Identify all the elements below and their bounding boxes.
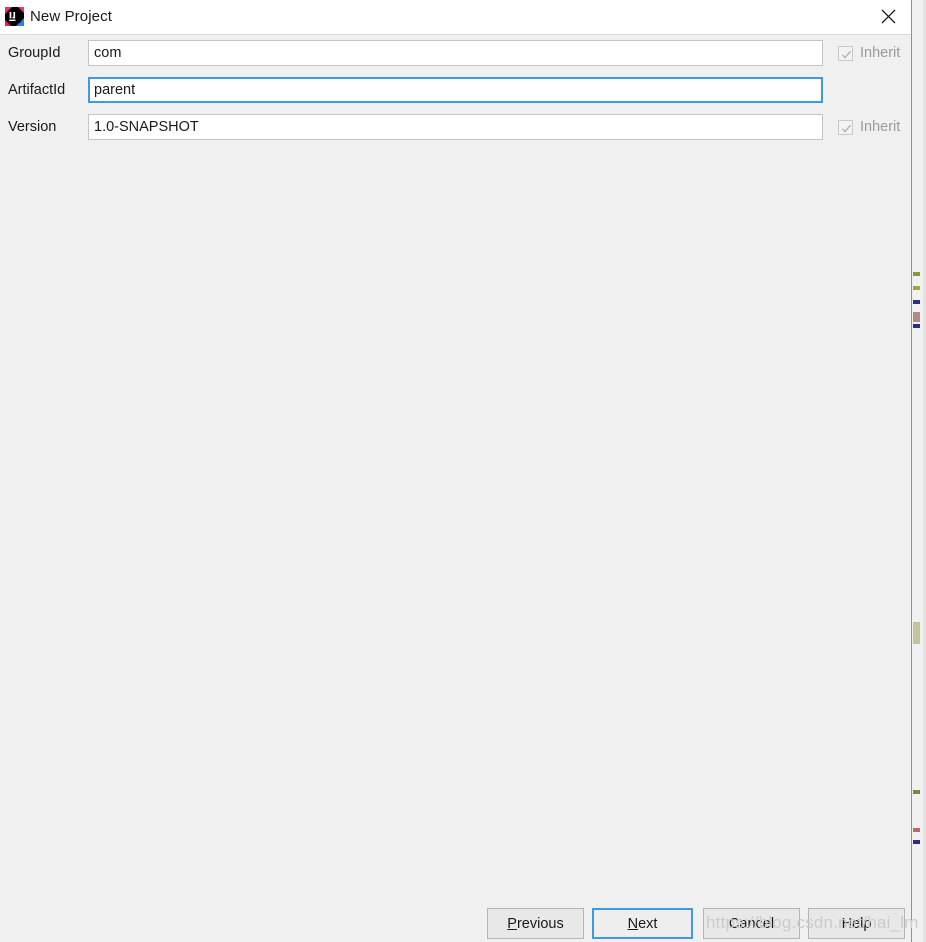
form-row: Version 1.0-SNAPSHOT Inherit bbox=[0, 109, 911, 146]
button-mnemonic: P bbox=[507, 915, 517, 932]
dialog-window: New Project GroupId com Inherit ArtifactId p… bbox=[0, 0, 911, 942]
button-label: Cancel bbox=[729, 916, 774, 932]
dialog-title: New Project bbox=[30, 8, 112, 25]
previous-button[interactable]: Previous bbox=[487, 908, 584, 939]
form-row: ArtifactId parent bbox=[0, 72, 911, 109]
close-icon[interactable] bbox=[865, 0, 911, 33]
new-project-dialog-screen: New Project GroupId com Inherit ArtifactId p… bbox=[0, 0, 926, 942]
background-code-mark bbox=[913, 622, 920, 644]
button-label: Previous bbox=[507, 916, 563, 932]
inherit-checkbox-group: Inherit bbox=[838, 119, 900, 136]
background-code-mark bbox=[913, 272, 920, 276]
field-label: Version bbox=[8, 119, 57, 135]
field-value: com bbox=[94, 45, 122, 61]
button-label-pre: Help bbox=[841, 915, 872, 932]
button-mnemonic: N bbox=[627, 915, 639, 932]
background-code-mark bbox=[913, 828, 920, 832]
field-label: ArtifactId bbox=[8, 82, 66, 98]
background-code-mark bbox=[913, 300, 920, 304]
version-input[interactable]: 1.0-SNAPSHOT bbox=[88, 114, 823, 140]
inherit-label: Inherit bbox=[860, 45, 901, 61]
button-label: Next bbox=[628, 916, 658, 932]
background-ide-window-strip bbox=[910, 0, 926, 942]
button-label-post: ext bbox=[638, 915, 658, 932]
artifactid-input[interactable]: parent bbox=[88, 77, 823, 103]
background-code-mark bbox=[913, 286, 920, 290]
dialog-titlebar: New Project bbox=[0, 0, 911, 35]
field-value: 1.0-SNAPSHOT bbox=[94, 119, 199, 135]
background-code-mark bbox=[913, 324, 920, 328]
inherit-checkbox-group: Inherit bbox=[838, 45, 900, 62]
checkbox-icon bbox=[838, 46, 853, 61]
inherit-label: Inherit bbox=[860, 119, 901, 135]
checkbox-icon bbox=[838, 120, 853, 135]
cancel-button[interactable]: Cancel bbox=[703, 908, 800, 939]
groupid-input[interactable]: com bbox=[88, 40, 823, 66]
intellij-idea-icon bbox=[5, 7, 24, 26]
field-label: GroupId bbox=[8, 45, 61, 61]
button-label-pre: Cancel bbox=[728, 915, 775, 932]
form-row: GroupId com Inherit bbox=[0, 35, 911, 72]
background-code-mark bbox=[913, 840, 920, 844]
background-code-mark bbox=[913, 790, 920, 794]
button-label-post: revious bbox=[516, 915, 564, 932]
button-label: Help bbox=[842, 916, 872, 932]
help-button[interactable]: Help bbox=[808, 908, 905, 939]
background-code-mark bbox=[913, 312, 920, 322]
field-value: parent bbox=[94, 82, 136, 98]
next-button[interactable]: Next bbox=[592, 908, 693, 939]
maven-coordinates-form: GroupId com Inherit ArtifactId parent Version… bbox=[0, 35, 911, 146]
dialog-button-bar: Previous Next Cancel Help bbox=[0, 908, 911, 942]
